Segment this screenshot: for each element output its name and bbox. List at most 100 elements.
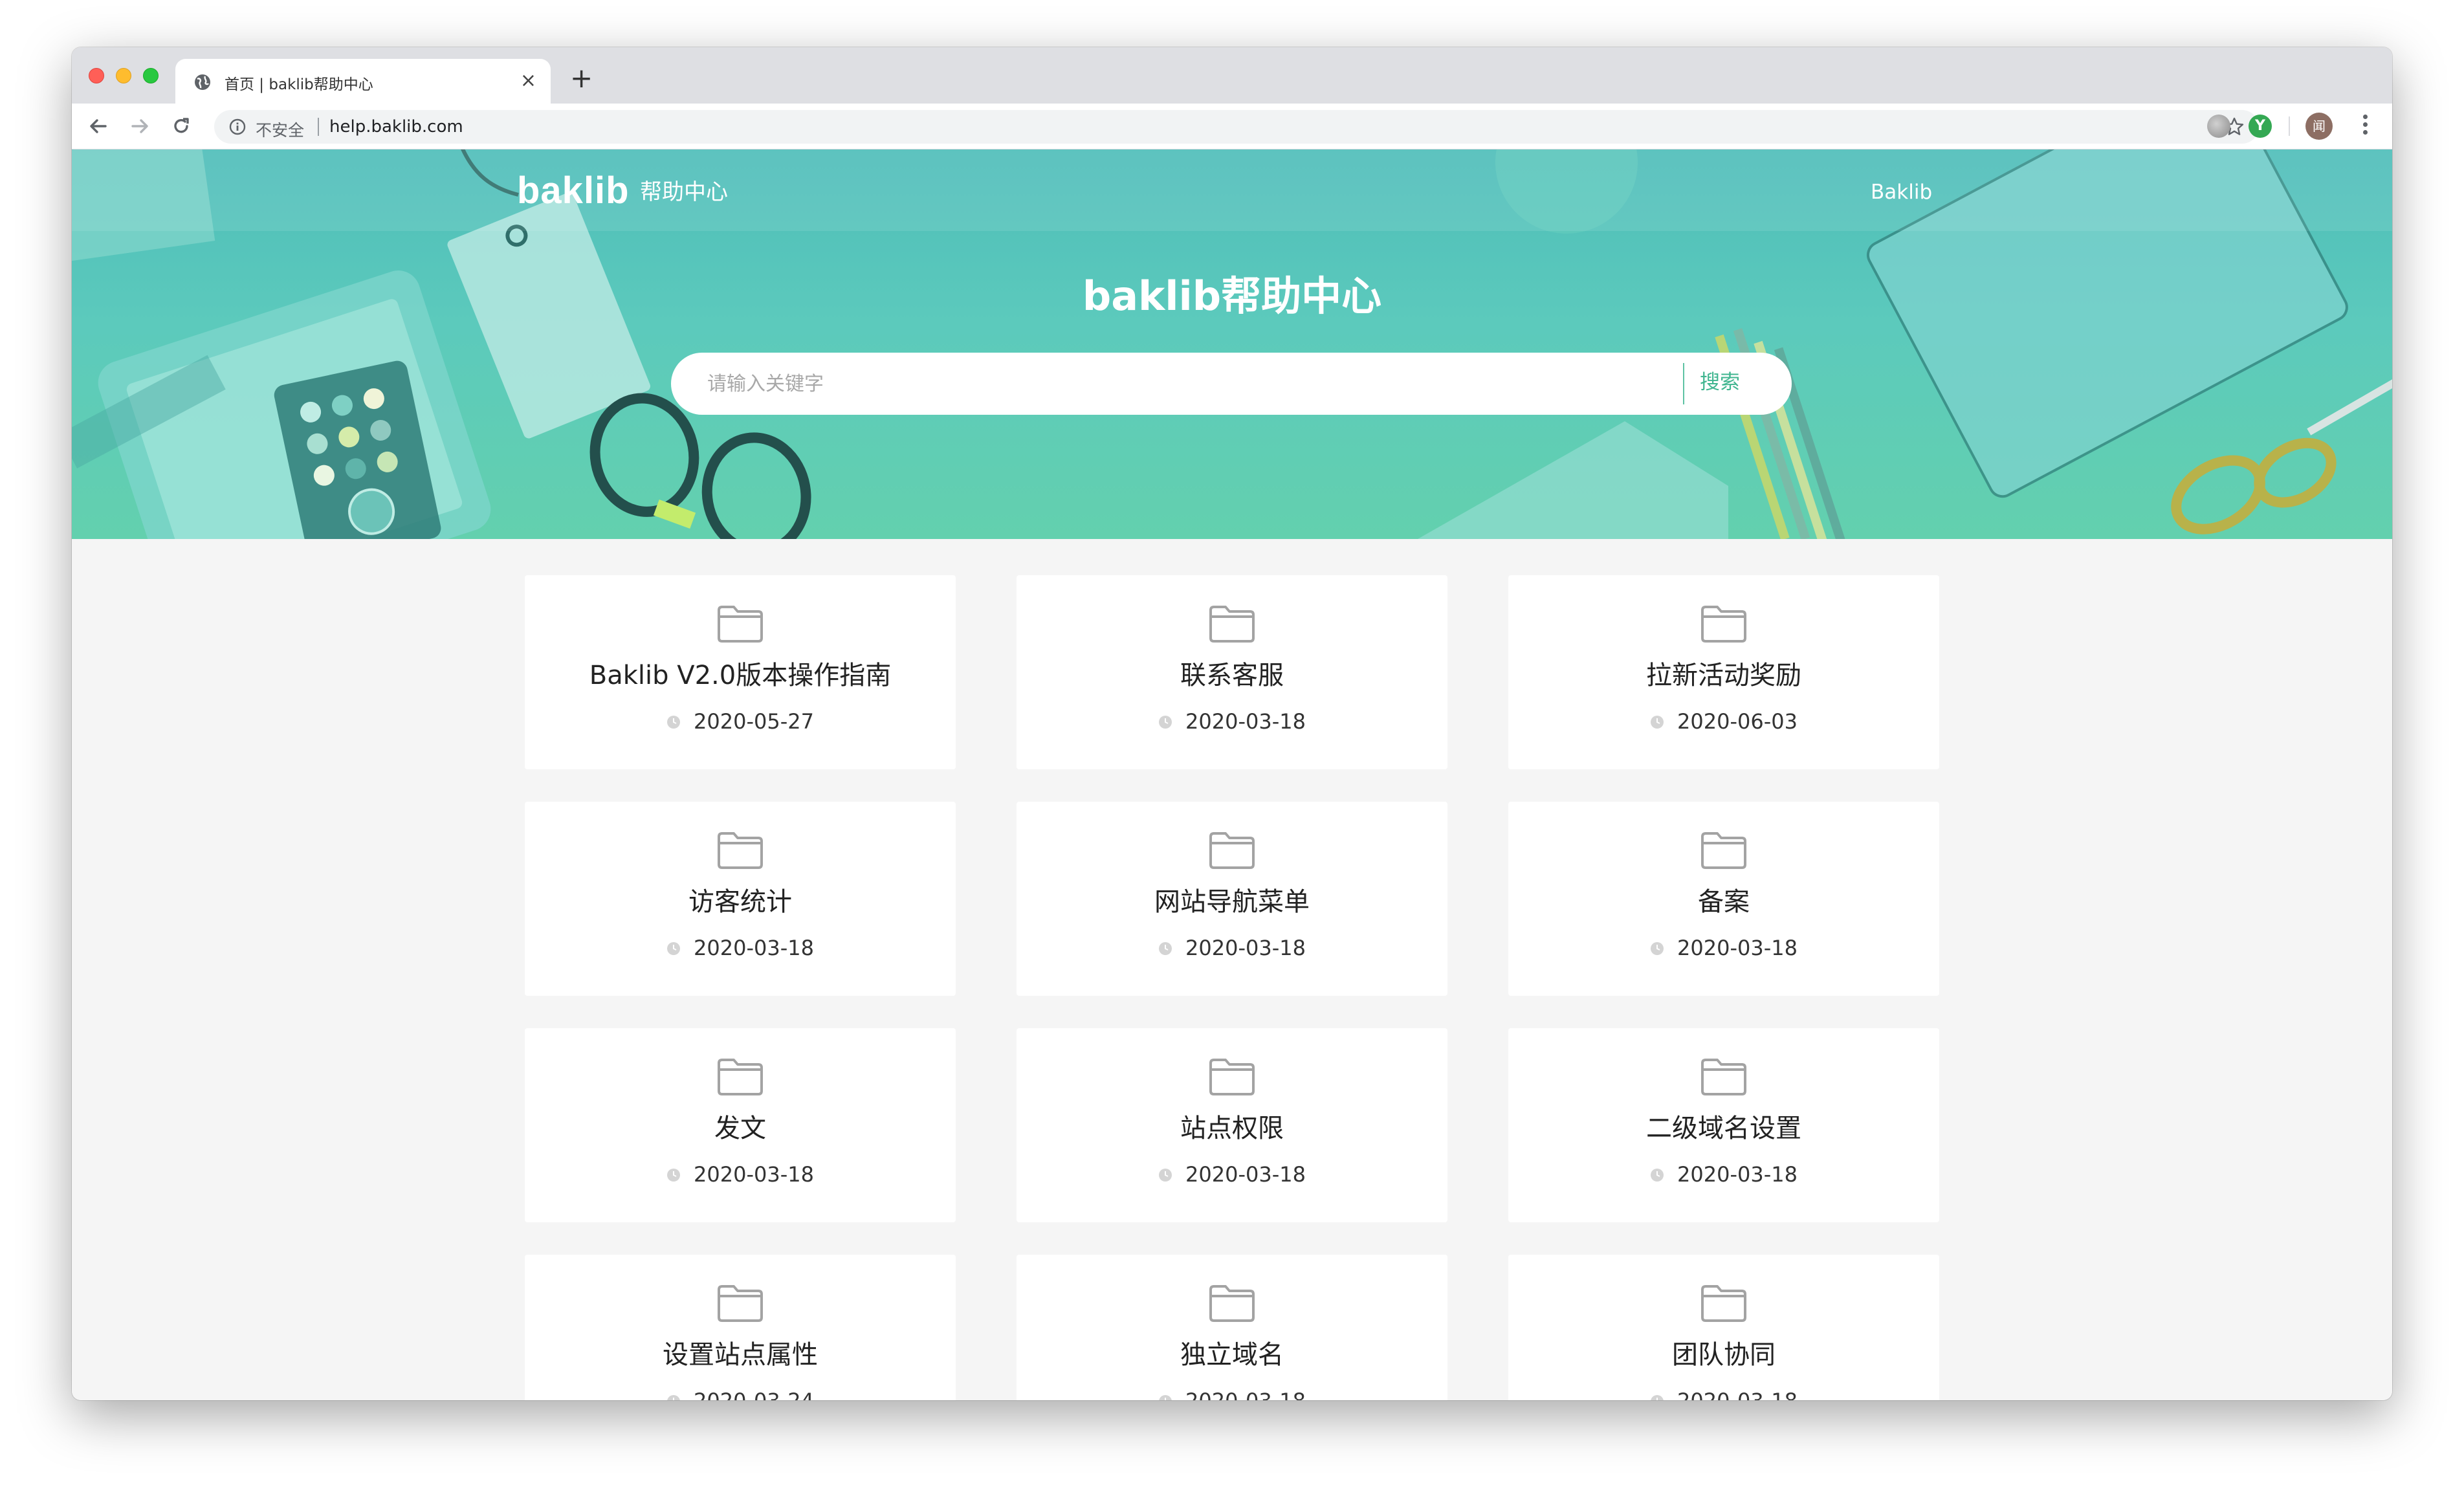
category-date-row: 2020-03-18 [1017, 1388, 1447, 1400]
clock-icon [667, 716, 681, 729]
tab-strip: 首页 | baklib帮助中心 × + [72, 47, 2392, 104]
category-card[interactable]: 独立域名 2020-03-18 [1017, 1255, 1447, 1400]
category-date: 2020-03-18 [1677, 1162, 1798, 1187]
category-card[interactable]: 团队协同 2020-03-18 [1508, 1255, 1939, 1400]
category-date: 2020-03-18 [1677, 1389, 1798, 1400]
category-date-row: 2020-03-18 [1017, 1161, 1447, 1187]
category-date: 2020-03-18 [1185, 709, 1306, 734]
category-title[interactable]: 站点权限 [1017, 1112, 1447, 1145]
address-bar[interactable]: 不安全 help.baklib.com [214, 110, 2259, 144]
category-date: 2020-03-18 [1185, 936, 1306, 960]
category-title[interactable]: 二级域名设置 [1508, 1112, 1939, 1145]
folder-icon [718, 1059, 763, 1095]
clock-icon [1651, 1169, 1664, 1182]
extension-icon[interactable] [2207, 115, 2230, 138]
site-header: baklib 帮助中心 Baklib [72, 149, 2392, 231]
category-date: 2020-03-18 [1677, 936, 1798, 960]
category-title[interactable]: 联系客服 [1017, 659, 1447, 692]
new-tab-button[interactable]: + [570, 64, 593, 93]
search-box: 搜索 [671, 353, 1792, 415]
category-title[interactable]: 备案 [1508, 886, 1939, 918]
minimize-window-button[interactable] [116, 68, 131, 83]
info-icon[interactable] [228, 118, 247, 136]
url-text[interactable]: help.baklib.com [329, 117, 463, 137]
category-date: 2020-03-24 [694, 1389, 814, 1400]
back-arrow-icon[interactable] [86, 114, 111, 138]
browser-window: 首页 | baklib帮助中心 × + 不安全 help.baklib.com [72, 47, 2392, 1400]
site-logo-subtitle[interactable]: 帮助中心 [640, 179, 728, 205]
toolbar-separator [2289, 116, 2290, 136]
security-status: 不安全 [256, 121, 305, 140]
clock-icon [1159, 716, 1172, 729]
folder-icon [1701, 832, 1746, 869]
category-card[interactable]: 访客统计 2020-03-18 [525, 802, 956, 996]
category-title[interactable]: 访客统计 [525, 886, 956, 918]
category-title[interactable]: 团队协同 [1508, 1339, 1939, 1371]
category-date-row: 2020-03-18 [525, 1161, 956, 1187]
clock-icon [667, 942, 681, 955]
category-date: 2020-03-18 [1185, 1162, 1306, 1187]
category-date-row: 2020-06-03 [1508, 709, 1939, 734]
category-title[interactable]: 发文 [525, 1112, 956, 1145]
category-title[interactable]: Baklib V2.0版本操作指南 [525, 659, 956, 692]
category-date-row: 2020-03-18 [1017, 709, 1447, 734]
category-date: 2020-05-27 [694, 709, 814, 734]
clock-icon [1159, 1395, 1172, 1400]
category-card[interactable]: 备案 2020-03-18 [1508, 802, 1939, 996]
reload-icon[interactable] [169, 114, 193, 138]
category-title[interactable]: 独立域名 [1017, 1339, 1447, 1371]
category-card[interactable]: 二级域名设置 2020-03-18 [1508, 1028, 1939, 1222]
globe-icon [195, 74, 210, 90]
browser-tab[interactable]: 首页 | baklib帮助中心 × [175, 59, 551, 104]
category-date-row: 2020-03-18 [525, 935, 956, 961]
category-date: 2020-03-18 [694, 936, 814, 960]
category-card[interactable]: Baklib V2.0版本操作指南 2020-05-27 [525, 575, 956, 769]
category-grid: Baklib V2.0版本操作指南 2020-05-27 联系客服 2020-03-1… [72, 539, 2392, 1400]
tab-close-icon[interactable]: × [520, 69, 536, 93]
clock-icon [1159, 942, 1172, 955]
category-date-row: 2020-05-27 [525, 709, 956, 734]
category-title[interactable]: 设置站点属性 [525, 1339, 956, 1371]
clock-icon [1159, 1169, 1172, 1182]
category-date: 2020-03-18 [1185, 1389, 1306, 1400]
search-button[interactable]: 搜索 [1700, 369, 1740, 395]
extension-check-icon[interactable]: Y [2249, 115, 2272, 138]
site-logo[interactable]: baklib [517, 170, 630, 212]
folder-icon [1701, 606, 1746, 643]
profile-avatar[interactable]: 闻 [2305, 113, 2333, 140]
header-nav-link[interactable]: Baklib [1871, 181, 1932, 204]
clock-icon [667, 1169, 681, 1182]
category-date-row: 2020-03-18 [1508, 1388, 1939, 1400]
category-card[interactable]: 发文 2020-03-18 [525, 1028, 956, 1222]
clock-icon [1651, 942, 1664, 955]
category-title[interactable]: 拉新活动奖励 [1508, 659, 1939, 692]
clock-icon [1651, 716, 1664, 729]
category-card[interactable]: 网站导航菜单 2020-03-18 [1017, 802, 1447, 996]
folder-icon [718, 832, 763, 869]
folder-icon [1701, 1059, 1746, 1095]
tab-title: 首页 | baklib帮助中心 [225, 76, 373, 93]
category-date-row: 2020-03-18 [1508, 1161, 1939, 1187]
category-date-row: 2020-03-18 [1508, 935, 1939, 961]
category-date: 2020-03-18 [694, 1162, 814, 1187]
folder-icon [1209, 1285, 1255, 1322]
category-date-row: 2020-03-24 [525, 1388, 956, 1400]
category-card[interactable]: 联系客服 2020-03-18 [1017, 575, 1447, 769]
browser-toolbar: 不安全 help.baklib.com Y 闻 [72, 104, 2392, 149]
forward-arrow-icon[interactable] [127, 114, 152, 138]
folder-icon [1701, 1285, 1746, 1322]
search-input[interactable] [707, 367, 1678, 401]
menu-dots-icon[interactable] [2360, 113, 2370, 140]
category-card[interactable]: 站点权限 2020-03-18 [1017, 1028, 1447, 1222]
maximize-window-button[interactable] [143, 68, 159, 83]
hero-banner: baklib 帮助中心 Baklib baklib 帮助中心 搜索 [72, 149, 2392, 539]
category-card[interactable]: 拉新活动奖励 2020-06-03 [1508, 575, 1939, 769]
clock-icon [1651, 1395, 1664, 1400]
folder-icon [718, 606, 763, 643]
category-title[interactable]: 网站导航菜单 [1017, 886, 1447, 918]
search-divider [1683, 363, 1684, 404]
close-window-button[interactable] [89, 68, 104, 83]
category-card[interactable]: 设置站点属性 2020-03-24 [525, 1255, 956, 1400]
folder-icon [1209, 832, 1255, 869]
folder-icon [1209, 606, 1255, 643]
